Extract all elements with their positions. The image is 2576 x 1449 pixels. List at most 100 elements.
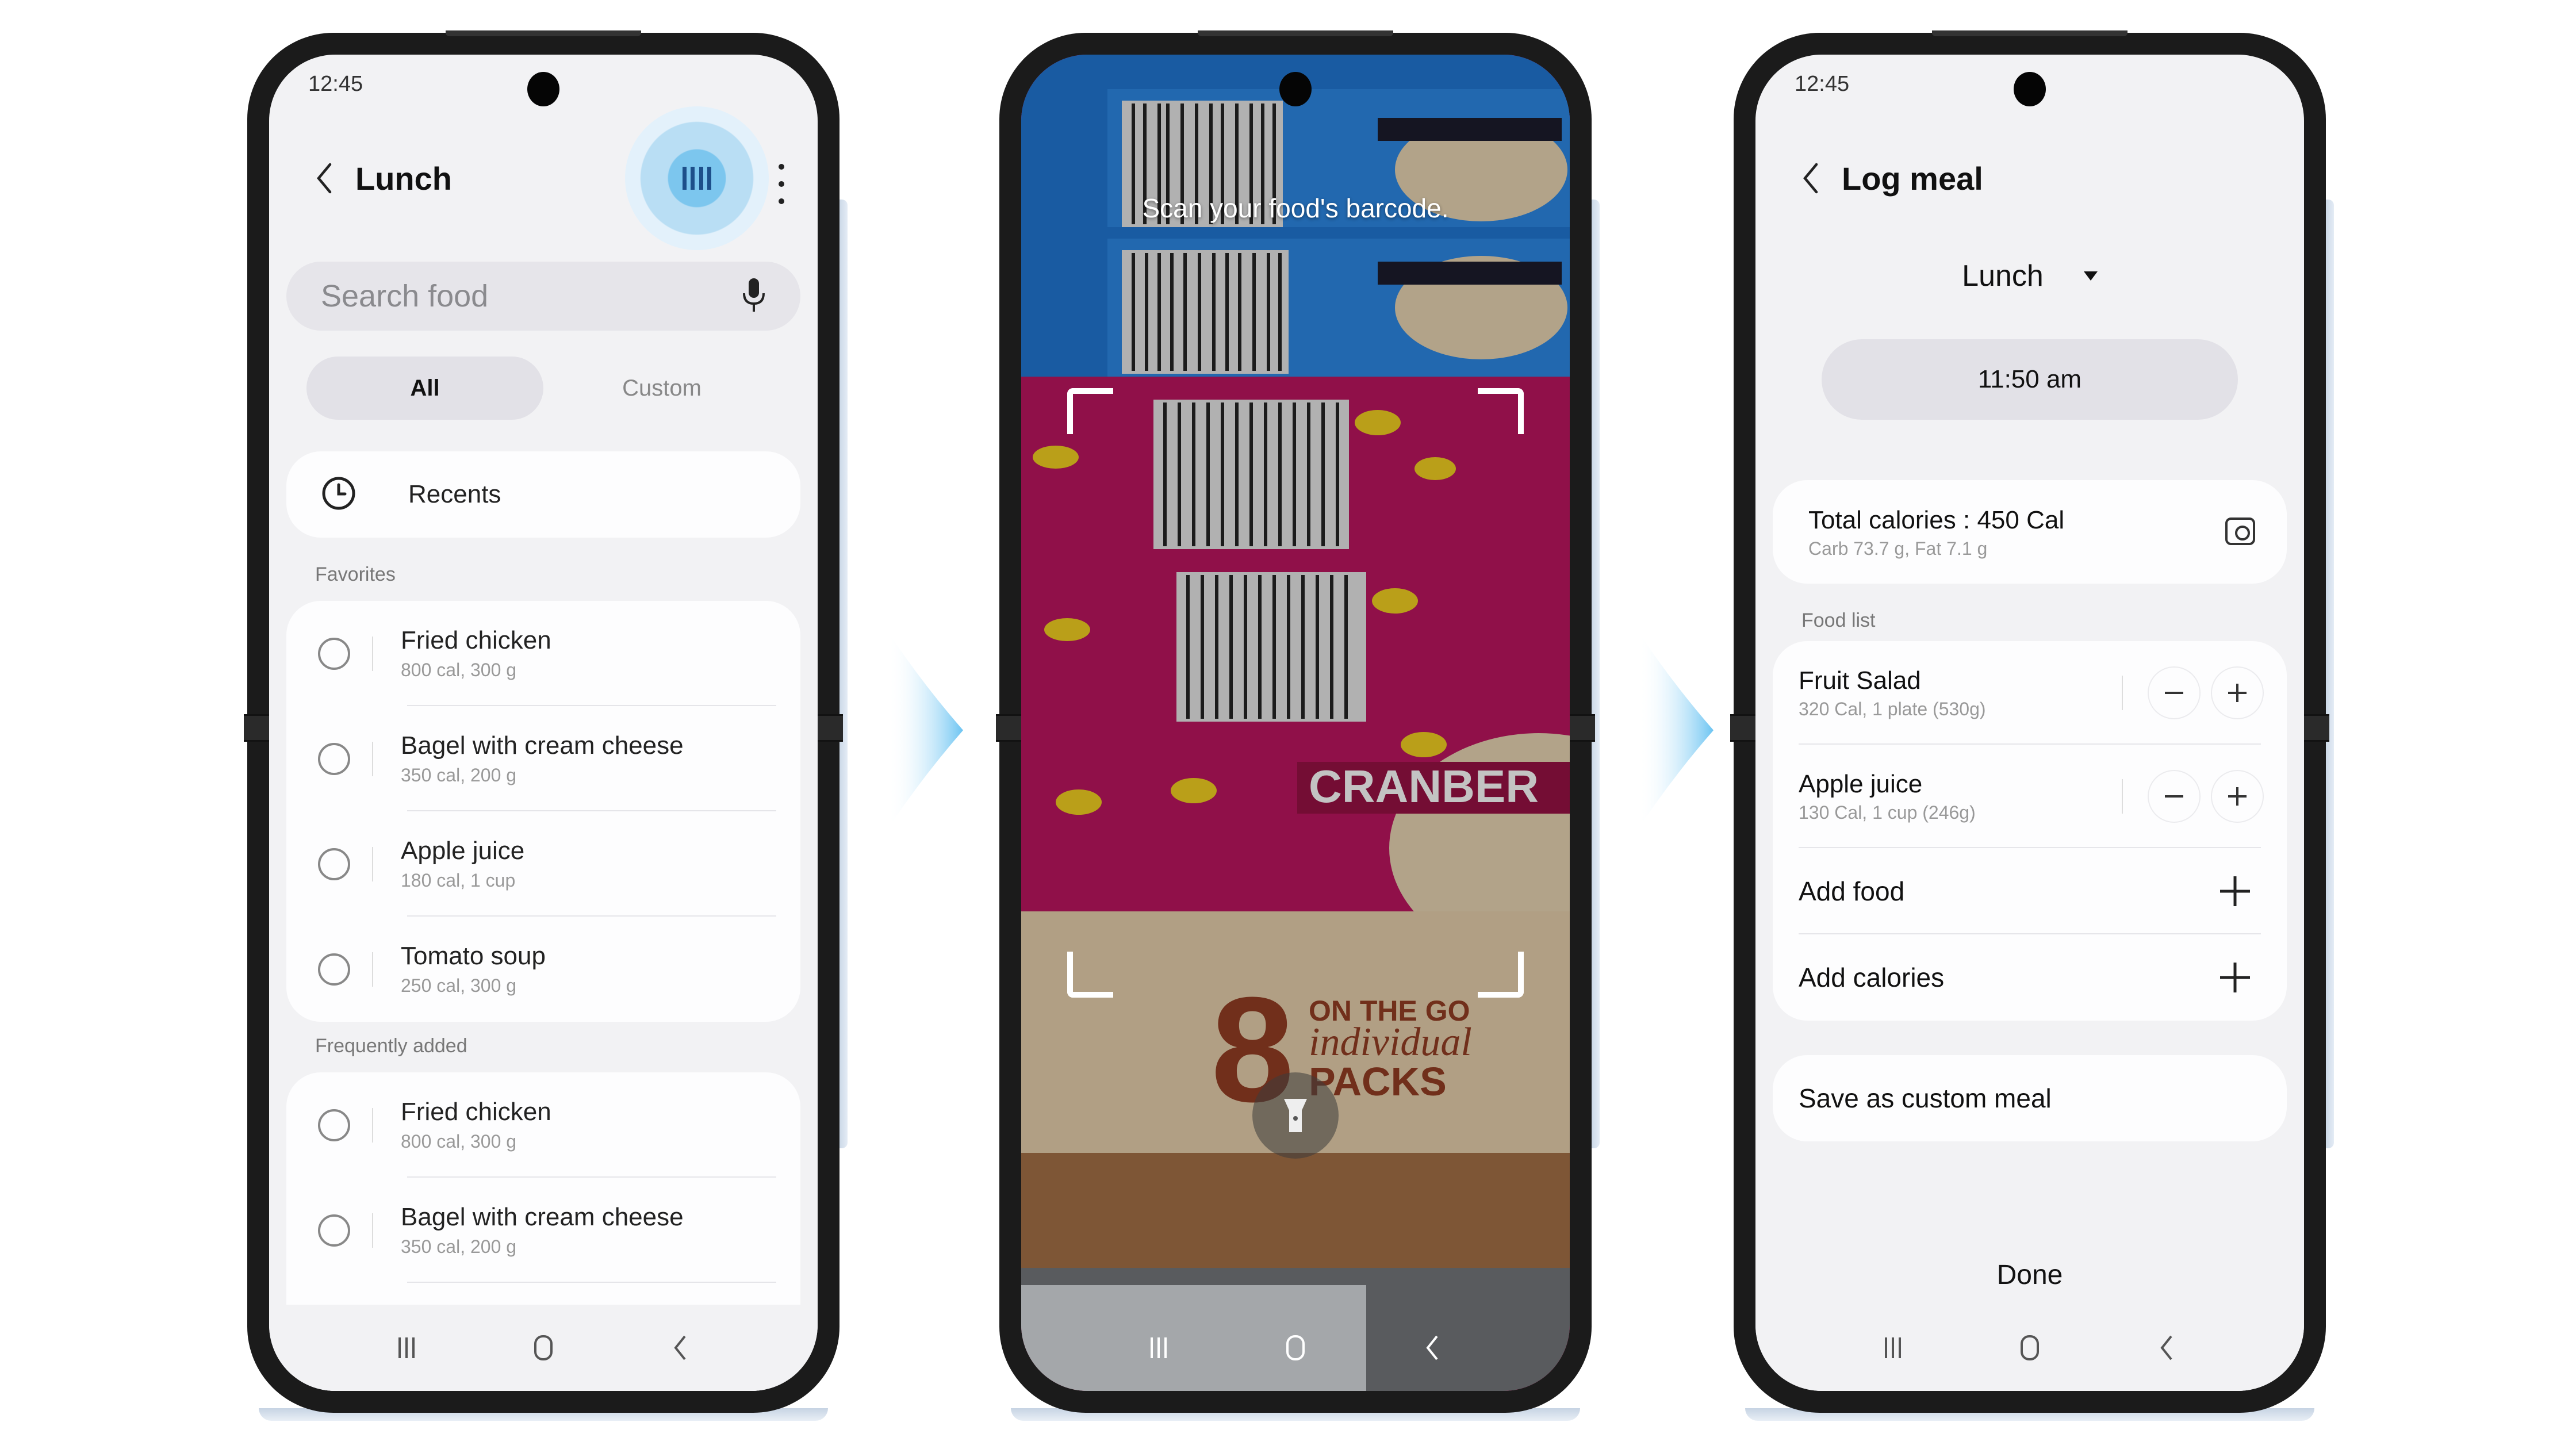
food-detail: 180 cal, 1 cup	[401, 870, 516, 891]
minus-icon	[2165, 795, 2183, 798]
food-detail: 320 Cal, 1 plate (530g)	[1799, 698, 1986, 719]
list-item[interactable]: Fried chicken 800 cal, 300 g	[286, 601, 800, 706]
food-name: Fried chicken	[401, 1098, 551, 1126]
add-food-label: Add food	[1799, 876, 1905, 906]
search-bar	[286, 262, 800, 331]
nav-back-icon[interactable]	[660, 1331, 700, 1365]
scan-frame-corner	[1067, 388, 1113, 434]
select-radio[interactable]	[318, 953, 350, 986]
recent-apps-icon[interactable]	[1873, 1331, 1913, 1365]
increase-button[interactable]	[2211, 770, 2264, 823]
food-list: Fruit Salad 320 Cal, 1 plate (530g) Apple…	[1773, 641, 2287, 1021]
phone-log-meal: 12:45 Log meal Lunch 11:50 am Total calo…	[1730, 30, 2334, 1421]
camera-icon[interactable]	[2225, 518, 2255, 545]
food-name: Apple juice	[401, 837, 525, 865]
search-input[interactable]	[321, 278, 742, 314]
food-name: Fried chicken	[401, 626, 551, 654]
clock-icon	[321, 476, 356, 514]
plus-icon	[2228, 684, 2247, 702]
status-time: 12:45	[308, 72, 363, 96]
quantity-stepper	[2122, 770, 2264, 823]
home-icon[interactable]	[1275, 1331, 1316, 1365]
add-calories-button[interactable]: Add calories	[1773, 934, 2287, 1021]
list-item[interactable]: Apple juice 180 cal, 1 cup	[286, 811, 800, 917]
divider	[372, 1213, 373, 1248]
recents-button[interactable]: Recents	[286, 451, 800, 538]
list-item: Fruit Salad 320 Cal, 1 plate (530g)	[1773, 641, 2287, 745]
divider	[372, 952, 373, 987]
nav-back-icon[interactable]	[2146, 1331, 2187, 1365]
nav-back-icon[interactable]	[1412, 1331, 1452, 1365]
plus-icon	[2220, 963, 2250, 992]
list-item[interactable]: Bagel with cream cheese 350 cal, 200 g	[286, 706, 800, 811]
mic-icon[interactable]	[742, 277, 766, 316]
meal-type-dropdown[interactable]: Lunch	[1755, 259, 2304, 293]
decrease-button[interactable]	[2148, 666, 2201, 719]
plus-icon	[2228, 787, 2247, 806]
flow-arrow-2	[1639, 632, 1713, 828]
back-icon[interactable]	[1796, 158, 1824, 198]
home-icon[interactable]	[2010, 1331, 2050, 1365]
list-item[interactable]: Tomato soup 250 cal, 300 g	[286, 917, 800, 1022]
scan-frame-corner	[1478, 388, 1524, 434]
favorites-label: Favorites	[315, 564, 396, 585]
phone-side	[838, 200, 848, 1148]
system-nav-bar	[1755, 1305, 2304, 1391]
list-item[interactable]: Fried chicken 800 cal, 300 g	[286, 1072, 800, 1178]
save-custom-meal-button[interactable]: Save as custom meal	[1773, 1055, 2287, 1141]
food-list-label: Food list	[1801, 610, 1876, 631]
home-icon[interactable]	[523, 1331, 564, 1365]
decrease-button[interactable]	[2148, 770, 2201, 823]
minus-icon	[2165, 692, 2183, 694]
divider	[2122, 779, 2123, 814]
front-camera	[1279, 72, 1312, 106]
back-icon[interactable]	[309, 158, 338, 198]
increase-button[interactable]	[2211, 666, 2264, 719]
barcode-scanner-screen: CRANBER 8 ON THE GO individual PACKS Sca…	[1021, 55, 1570, 1391]
divider	[2122, 676, 2123, 710]
food-name: Apple juice	[1799, 769, 1923, 798]
phone-grille	[446, 30, 641, 36]
divider	[372, 741, 373, 776]
food-name: Tomato soup	[401, 942, 546, 970]
food-name: Bagel with cream cheese	[401, 731, 684, 760]
front-camera	[527, 72, 559, 106]
time-picker-button[interactable]: 11:50 am	[1822, 339, 2238, 420]
scan-hint: Scan your food's barcode.	[1142, 193, 1449, 223]
frequently-added-label: Frequently added	[315, 1035, 467, 1057]
favorites-list: Fried chicken 800 cal, 300 g Bagel with c…	[286, 601, 800, 1022]
scan-frame-corner	[1478, 952, 1524, 998]
filter-tabs: All Custom	[306, 356, 780, 420]
flashlight-button[interactable]	[1252, 1072, 1339, 1159]
system-nav-bar	[269, 1305, 818, 1391]
phone-grille	[1932, 30, 2128, 36]
done-button[interactable]: Done	[1755, 1259, 2304, 1291]
app-bar: Lunch	[309, 155, 795, 201]
add-food-button[interactable]: Add food	[1773, 848, 2287, 934]
dropdown-caret-icon	[2083, 271, 2098, 281]
total-calories-card: Total calories : 450 Cal Carb 73.7 g, Fa…	[1773, 480, 2287, 584]
macros-summary: Carb 73.7 g, Fat 7.1 g	[1808, 538, 1988, 559]
tab-custom[interactable]: Custom	[543, 356, 780, 420]
phone-barcode-scanner: CRANBER 8 ON THE GO individual PACKS Sca…	[996, 30, 1600, 1421]
food-name: Fruit Salad	[1799, 666, 1921, 695]
select-radio[interactable]	[318, 1109, 350, 1141]
flow-arrow-1	[888, 632, 963, 828]
list-item[interactable]: Bagel with cream cheese 350 cal, 200 g	[286, 1178, 800, 1283]
food-name: Bagel with cream cheese	[401, 1203, 684, 1231]
recent-apps-icon[interactable]	[386, 1331, 427, 1365]
select-radio[interactable]	[318, 637, 350, 670]
tab-all[interactable]: All	[306, 356, 543, 420]
select-radio[interactable]	[318, 742, 350, 775]
app-bar: Log meal	[1796, 155, 2281, 201]
phone-food-search: 12:45 Lunch All Custom Recents	[244, 30, 848, 1421]
select-radio[interactable]	[318, 1214, 350, 1247]
food-detail: 350 cal, 200 g	[401, 765, 517, 785]
phone-grille	[1198, 30, 1393, 36]
page-title: Log meal	[1842, 160, 1983, 197]
status-time: 12:45	[1795, 72, 1850, 96]
recent-apps-icon[interactable]	[1138, 1331, 1179, 1365]
food-search-screen: 12:45 Lunch All Custom Recents	[269, 55, 818, 1391]
select-radio[interactable]	[318, 848, 350, 880]
quantity-stepper	[2122, 666, 2264, 719]
